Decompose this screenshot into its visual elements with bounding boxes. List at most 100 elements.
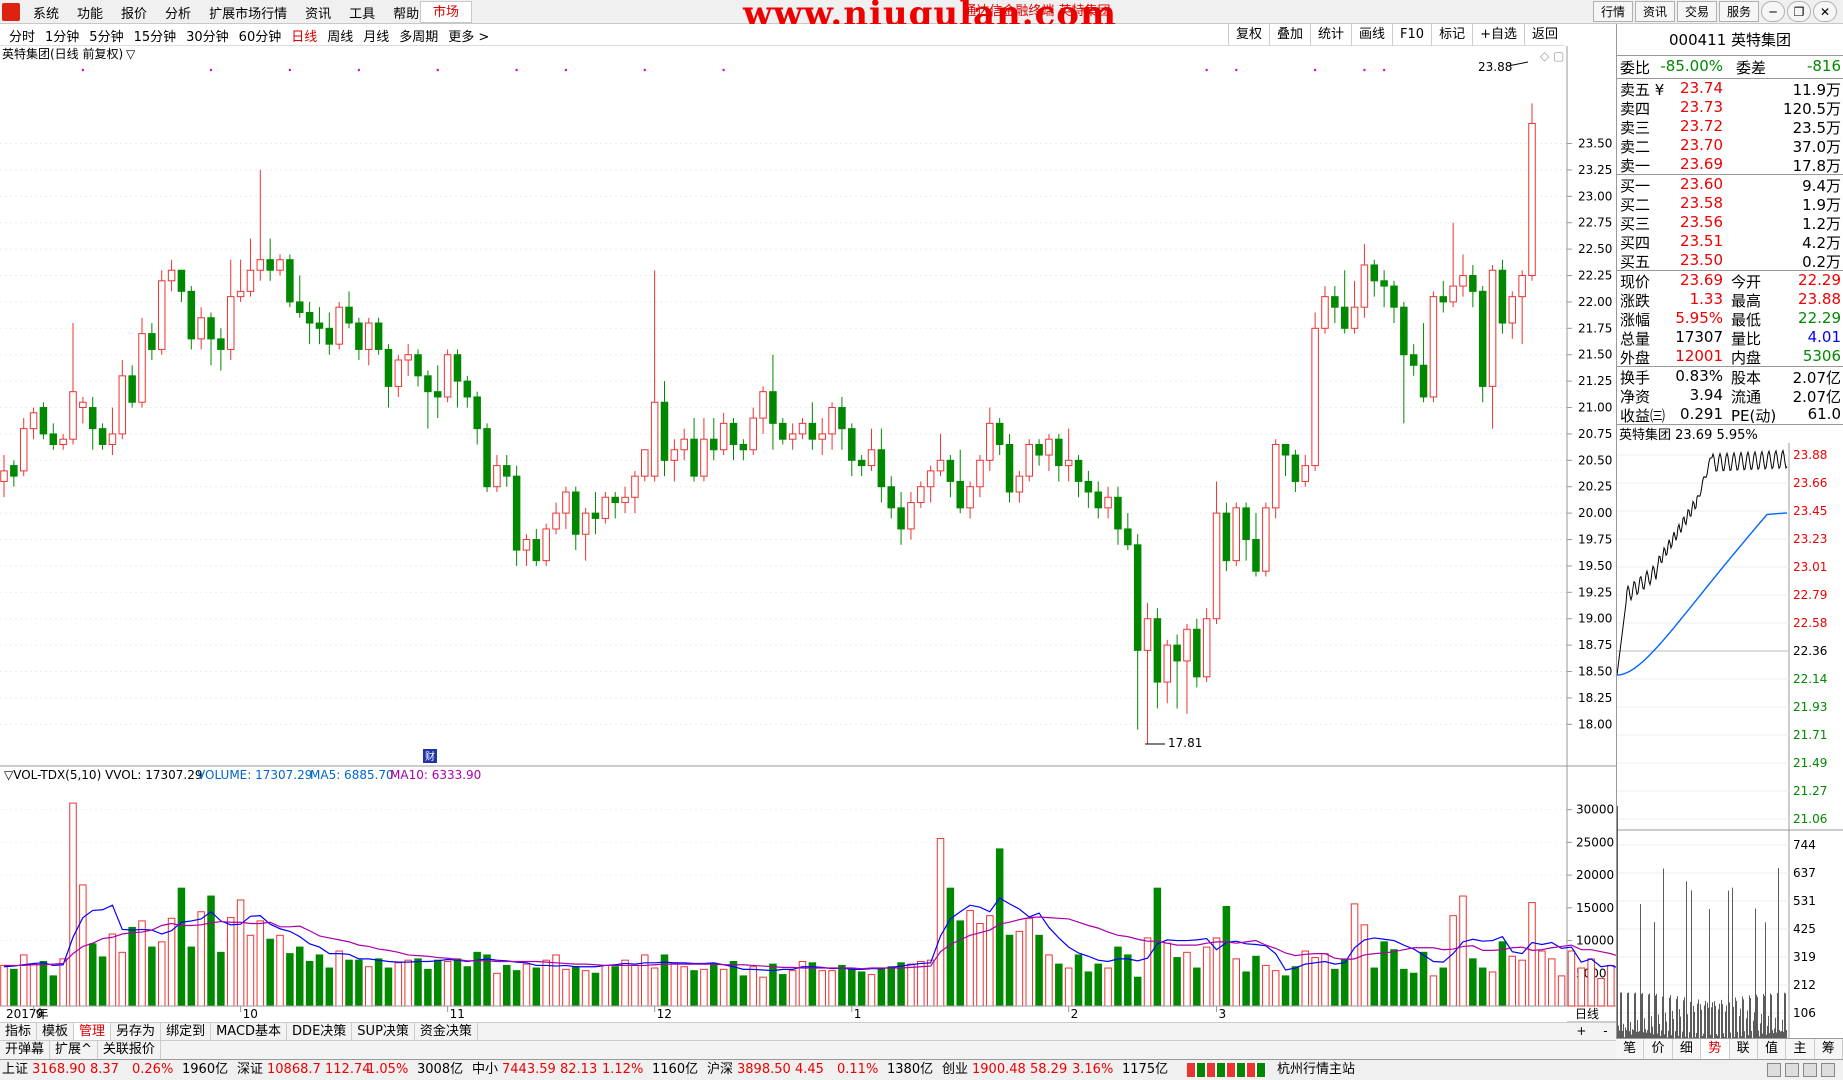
tab-indicator[interactable]: 指标 <box>0 1023 38 1040</box>
menu-analysis[interactable]: 分析 <box>156 3 200 22</box>
menu-extended-market[interactable]: 扩展市场行情 <box>200 3 296 22</box>
event-marker[interactable] <box>1235 68 1238 72</box>
tab-save-as[interactable]: 另存为 <box>111 1023 162 1040</box>
tab-manage[interactable]: 管理 <box>74 1023 112 1040</box>
market-button[interactable]: 市场 <box>420 1 473 23</box>
minimize-icon[interactable]: ─ <box>1761 1 1785 22</box>
menu-function[interactable]: 功能 <box>68 3 112 22</box>
menu-quote[interactable]: 报价 <box>112 3 156 22</box>
event-marker[interactable] <box>436 68 439 72</box>
candle-body <box>1262 507 1270 572</box>
tab-sup[interactable]: SUP决策 <box>352 1023 415 1040</box>
side-tab-linked[interactable]: 联 <box>1730 1039 1758 1059</box>
event-marker[interactable] <box>564 68 568 72</box>
square-icon[interactable]: ▢ <box>1553 49 1564 63</box>
period-15min[interactable]: 15分钟 <box>129 26 182 45</box>
tab-danmaku[interactable]: 开弹幕 <box>0 1041 51 1059</box>
status-square-icon[interactable] <box>1767 1063 1781 1077</box>
period-intraday[interactable]: 分时 <box>4 26 40 45</box>
row-value2: 120.5万 <box>1783 100 1841 118</box>
volume-bar <box>512 970 521 1007</box>
candle-body <box>305 311 314 324</box>
statistics-button[interactable]: 统计 <box>1310 24 1351 46</box>
kline-chart-area[interactable]: 18.00 18.25 18.50 18.75 19.00 19.25 19.50 19.75… <box>0 46 1635 1023</box>
event-marker[interactable] <box>515 68 518 72</box>
restore-rights-button[interactable]: 复权 <box>1227 24 1269 46</box>
mini-intraday[interactable]: 英特集团 23.69 5.95% 23.88 23.66 23.45 23.23 23.… <box>1617 425 1843 1053</box>
status-square-icon[interactable] <box>1803 1063 1817 1077</box>
back-button[interactable]: 返回 <box>1523 24 1565 46</box>
event-marker[interactable] <box>209 68 213 72</box>
period-daily[interactable]: 日线 <box>286 26 322 45</box>
tab-template[interactable]: 模板 <box>37 1023 75 1040</box>
candle-body <box>1252 539 1260 572</box>
quote-tab-button[interactable]: 行情 <box>1592 1 1633 22</box>
candle-body <box>995 422 1004 445</box>
tab-extend[interactable]: 扩展^ <box>50 1041 98 1059</box>
f10-button[interactable]: F10 <box>1392 24 1431 46</box>
status-square-icon[interactable] <box>1821 1063 1835 1077</box>
candle-body <box>315 322 324 329</box>
restore-icon[interactable]: ❐ <box>1787 1 1811 22</box>
period-weekly[interactable]: 周线 <box>322 26 358 45</box>
candle <box>1193 618 1201 688</box>
side-tab-price[interactable]: 价 <box>1644 1039 1673 1059</box>
overlay-button[interactable]: 叠加 <box>1268 24 1310 46</box>
event-marker[interactable] <box>81 68 85 72</box>
tab-fund[interactable]: 资金决策 <box>415 1023 478 1040</box>
index-percent: 1.12% <box>602 1062 644 1077</box>
kline-chart-svg[interactable]: 18.00 18.25 18.50 18.75 19.00 19.25 19.50 19.75… <box>0 46 1635 1023</box>
menu-tools[interactable]: 工具 <box>340 3 384 22</box>
diamond-icon[interactable]: ◇ <box>1540 49 1550 63</box>
tab-dde[interactable]: DDE决策 <box>287 1023 353 1040</box>
mark-button[interactable]: 标记 <box>1431 24 1472 46</box>
mini-volume-tick: 425 <box>1793 922 1816 936</box>
tab-related-quote[interactable]: 关联报价 <box>98 1041 161 1059</box>
draw-line-button[interactable]: 画线 <box>1351 24 1392 46</box>
period-5min[interactable]: 5分钟 <box>84 26 128 45</box>
period-60min[interactable]: 60分钟 <box>234 26 287 45</box>
event-marker[interactable] <box>1363 68 1366 72</box>
news-tab-button[interactable]: 资讯 <box>1634 1 1675 22</box>
side-tab-trend[interactable]: 势 <box>1701 1039 1730 1059</box>
status-square-icon[interactable] <box>1785 1063 1799 1077</box>
event-marker[interactable] <box>288 68 292 72</box>
tab-bind-to[interactable]: 绑定到 <box>161 1023 212 1040</box>
side-tab-detail[interactable]: 细 <box>1673 1039 1702 1059</box>
menu-system[interactable]: 系统 <box>24 3 68 22</box>
close-icon[interactable]: ✕ <box>1813 1 1837 22</box>
event-marker[interactable] <box>1205 68 1208 72</box>
service-tab-button[interactable]: 服务 <box>1718 1 1759 22</box>
side-tab-value[interactable]: 值 <box>1758 1039 1787 1059</box>
volume-bar <box>295 946 304 1007</box>
candle-body <box>177 269 186 292</box>
period-multi[interactable]: 多周期 <box>394 26 443 45</box>
trade-tab-button[interactable]: 交易 <box>1676 1 1717 22</box>
event-marker[interactable] <box>643 68 646 72</box>
server-status[interactable]: 杭州行情主站 <box>1277 1060 1355 1080</box>
period-more[interactable]: 更多 > <box>443 26 494 45</box>
event-marker[interactable] <box>1382 68 1386 72</box>
index-change: 82.13 <box>560 1062 598 1077</box>
tab-macd[interactable]: MACD基本 <box>211 1023 288 1040</box>
volume-bar <box>719 968 728 1007</box>
add-watchlist-button[interactable]: +自选 <box>1472 24 1524 46</box>
event-marker[interactable] <box>1313 68 1317 72</box>
event-marker[interactable] <box>722 68 725 72</box>
row-value: 5.95% <box>1675 309 1723 327</box>
volume-indicator-header[interactable]: ▽VOL-TDX(5,10) VVOL: 17307.29 <box>4 768 203 782</box>
side-tab-ticks[interactable]: 笔 <box>1616 1039 1645 1059</box>
side-tab-main[interactable]: 主 <box>1786 1039 1815 1059</box>
mini-intraday-chart[interactable]: 英特集团 23.69 5.95% 23.88 23.66 23.45 23.23 23.… <box>1617 425 1843 1053</box>
candle-body <box>710 438 718 451</box>
chart-title-chevron-icon[interactable]: ▽ <box>126 47 136 61</box>
zoom-out-icon[interactable]: - <box>1603 1024 1607 1040</box>
menu-news[interactable]: 资讯 <box>296 3 340 22</box>
side-tab-chips[interactable]: 筹 <box>1815 1039 1843 1059</box>
volume-bar <box>1252 955 1260 1007</box>
period-monthly[interactable]: 月线 <box>358 26 394 45</box>
event-marker[interactable] <box>357 68 361 72</box>
period-30min[interactable]: 30分钟 <box>181 26 234 45</box>
zoom-in-icon[interactable]: + <box>1576 1024 1586 1040</box>
period-1min[interactable]: 1分钟 <box>40 26 84 45</box>
